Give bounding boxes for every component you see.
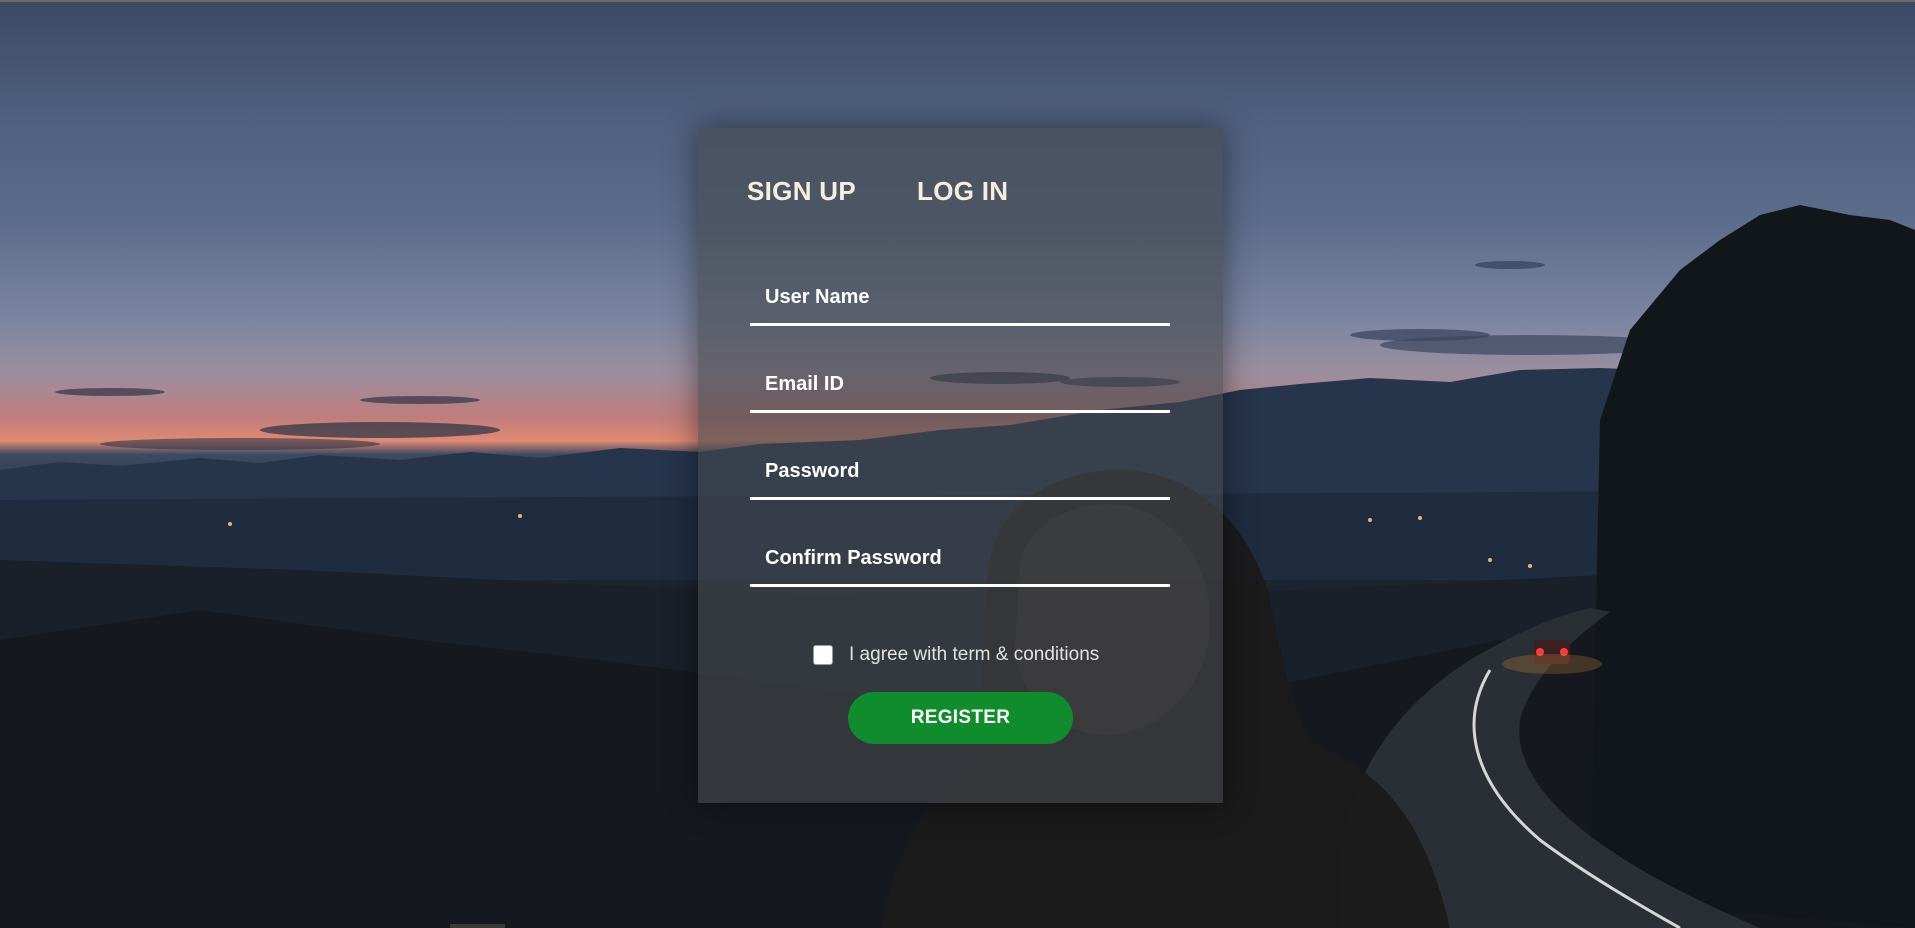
register-button[interactable]: REGISTER (848, 692, 1073, 744)
confirm-password-input[interactable] (750, 533, 1170, 584)
tab-signup[interactable]: SIGN UP (747, 176, 856, 207)
auth-tabs: SIGN UP LOG IN (747, 176, 1008, 207)
username-input[interactable] (750, 272, 1170, 323)
terms-agreement: I agree with term & conditions (813, 644, 1099, 666)
username-field-wrapper (750, 272, 1170, 326)
terms-label: I agree with term & conditions (849, 644, 1100, 665)
password-input[interactable] (750, 446, 1170, 497)
confirm-password-field-wrapper (750, 533, 1170, 587)
tab-login[interactable]: LOG IN (917, 176, 1008, 207)
signup-panel: SIGN UP LOG IN I agree with term & condi… (698, 128, 1223, 803)
email-input[interactable] (750, 359, 1170, 410)
email-field-wrapper (750, 359, 1170, 413)
terms-checkbox[interactable] (813, 645, 833, 665)
password-field-wrapper (750, 446, 1170, 500)
